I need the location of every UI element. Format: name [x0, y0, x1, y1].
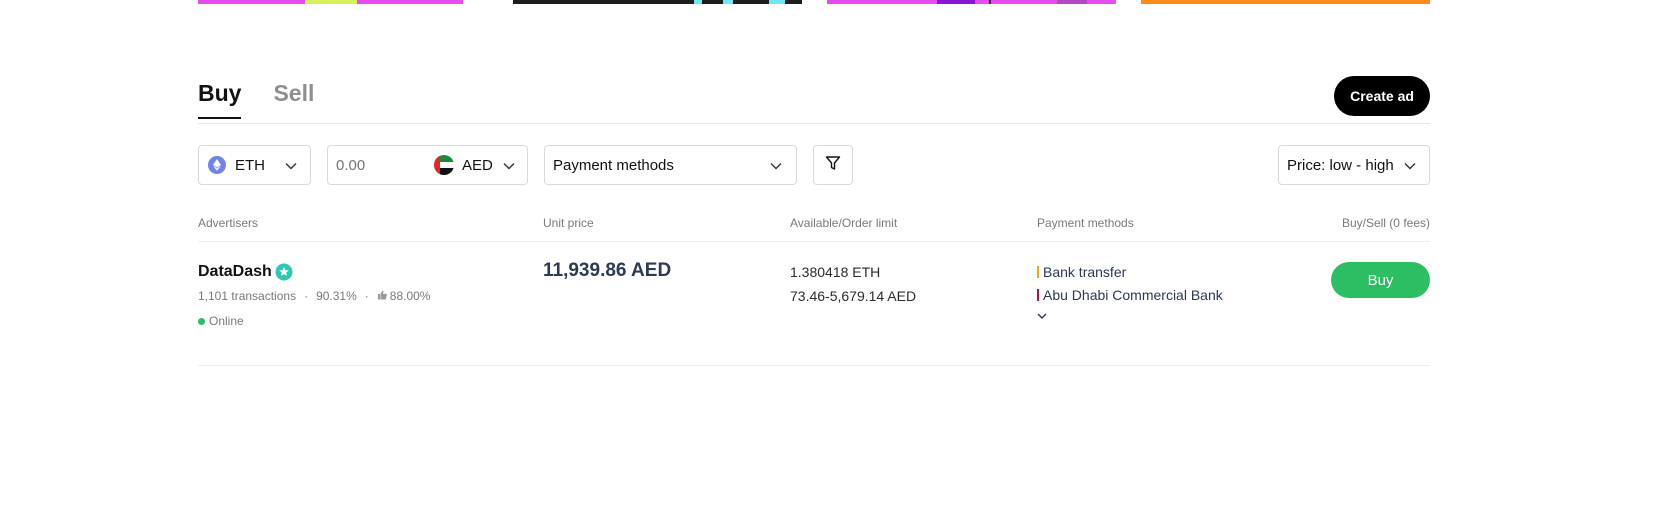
create-ad-button[interactable]: Create ad	[1334, 76, 1430, 116]
online-dot-icon	[198, 317, 205, 325]
filter-button[interactable]	[813, 145, 853, 185]
column-header-unit-price: Unit price	[543, 216, 594, 230]
payment-method-label: Bank transfer	[1043, 264, 1127, 280]
payment-methods-select[interactable]: Payment methods	[544, 145, 797, 185]
chevron-down-icon	[770, 157, 782, 174]
completion-rate: 90.31%	[316, 289, 357, 303]
transactions-count: 1,101 transactions	[198, 289, 297, 303]
filter-icon	[825, 155, 841, 175]
expand-payment-methods-chevron-icon[interactable]	[1036, 307, 1048, 325]
chevron-down-icon[interactable]	[503, 157, 515, 174]
amount-field[interactable]: AED	[327, 145, 528, 185]
payment-method-color-bar	[1037, 289, 1039, 301]
online-status: Online	[198, 314, 244, 328]
payment-methods-select-value: Payment methods	[553, 156, 674, 174]
banner-segment	[694, 0, 702, 4]
buy-sell-tabs: Buy Sell	[198, 80, 314, 119]
promo-banner-2[interactable]	[513, 0, 802, 4]
row-divider	[198, 365, 1430, 366]
chevron-down-icon	[1404, 157, 1416, 174]
payment-method-label: Abu Dhabi Commercial Bank	[1043, 287, 1223, 303]
amount-input[interactable]	[336, 156, 434, 174]
payment-method-item: Bank transfer	[1037, 264, 1126, 280]
promo-banner-1[interactable]	[198, 0, 463, 4]
order-limit: 73.46-5,679.14 AED	[790, 288, 917, 304]
payment-method-color-bar	[1037, 266, 1039, 278]
banner-segment	[1057, 0, 1087, 4]
tab-buy[interactable]: Buy	[198, 80, 242, 119]
banner-segment	[723, 0, 733, 4]
banner-segment	[989, 0, 991, 4]
uae-flag-icon	[434, 155, 454, 175]
promo-banner-4[interactable]	[1141, 0, 1430, 4]
positive-rating: 88.00%	[389, 289, 431, 303]
crypto-select-value: ETH	[235, 156, 265, 174]
banner-segment	[937, 0, 975, 4]
available-amount: 1.380418 ETH	[790, 264, 881, 280]
tab-sell[interactable]: Sell	[273, 80, 314, 119]
banner-segment	[769, 0, 785, 4]
column-header-available-limit: Available/Order limit	[790, 216, 898, 230]
promo-banner-3[interactable]	[827, 0, 1116, 4]
verified-badge-icon	[275, 263, 293, 281]
chevron-down-icon	[285, 157, 297, 174]
banner-segment	[305, 0, 357, 4]
payment-method-item: Abu Dhabi Commercial Bank	[1037, 287, 1223, 303]
header-divider	[198, 241, 1430, 242]
advertiser-stats: 1,101 transactions · 90.31% · 88.00%	[198, 289, 431, 303]
column-header-payment-methods: Payment methods	[1037, 216, 1134, 230]
currency-select-value[interactable]: AED	[462, 157, 493, 174]
buy-button[interactable]: Buy	[1331, 262, 1430, 298]
ethereum-icon	[208, 156, 226, 174]
tabs-divider	[198, 123, 1430, 124]
advertiser-name[interactable]: DataDash	[198, 263, 293, 281]
sort-select[interactable]: Price: low - high	[1278, 145, 1430, 185]
column-header-buy-sell: Buy/Sell (0 fees)	[1341, 216, 1430, 230]
unit-price: 11,939.86 AED	[543, 260, 672, 281]
crypto-select[interactable]: ETH	[198, 145, 311, 185]
column-header-advertisers: Advertisers	[198, 216, 259, 230]
thumbs-up-icon	[377, 289, 387, 303]
sort-select-value: Price: low - high	[1287, 156, 1394, 174]
advertiser-name-text[interactable]: DataDash	[198, 263, 272, 281]
online-status-label: Online	[209, 314, 244, 328]
